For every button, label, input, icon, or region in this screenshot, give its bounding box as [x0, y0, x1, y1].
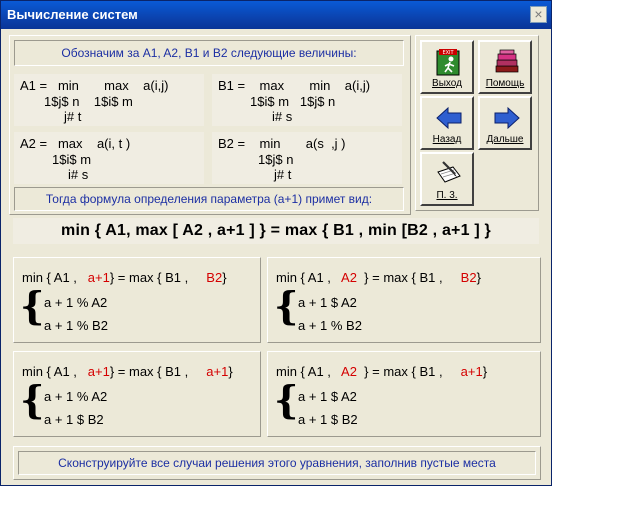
- definition-b1-line1: B1 = max min a(i,j): [218, 78, 371, 93]
- formula-caption: Тогда формула определения параметра (a+1…: [45, 192, 373, 206]
- definition-b2-line3: j# t: [274, 167, 292, 182]
- arrow-right-icon: [494, 106, 520, 130]
- case-4-condition-2: a + 1 $ B2: [298, 412, 358, 427]
- case-3-condition-1: a + 1 % A2: [44, 389, 108, 404]
- exit-button-label: Выход: [432, 78, 462, 89]
- window-title: Вычисление систем: [7, 7, 138, 22]
- definition-b1: B1 = max min a(i,j) 1$i$ m 1$j$ n i# s: [212, 74, 402, 126]
- case-4-brace: {: [274, 377, 299, 422]
- back-button[interactable]: Назад: [420, 96, 474, 150]
- case-box-3: min { A1 , a+1} = max { B1 , a+1} { a + …: [13, 351, 261, 437]
- exit-button[interactable]: EXIT Выход: [420, 40, 474, 94]
- exit-sign-text: EXIT: [442, 50, 454, 56]
- definitions-panel: Обозначим за A1, A2, B1 и B2 следующие в…: [9, 35, 411, 215]
- case-3-equation: min { A1 , a+1} = max { B1 , a+1}: [22, 364, 233, 379]
- case-2-equation: min { A1 , A2 } = max { B1 , B2}: [276, 270, 481, 285]
- case-4-blank-2[interactable]: a+1: [461, 364, 483, 379]
- case-3-blank-2[interactable]: a+1: [206, 364, 228, 379]
- case-box-2: min { A1 , A2 } = max { B1 , B2} { a + 1…: [267, 257, 541, 343]
- formula-caption-box: Тогда формула определения параметра (a+1…: [14, 187, 404, 211]
- case-2-brace: {: [274, 283, 299, 328]
- case-3-brace: {: [20, 377, 45, 422]
- case-box-1: min { A1 , a+1} = max { B1 , B2} { a + 1…: [13, 257, 261, 343]
- next-button-label: Дальше: [486, 134, 524, 145]
- case-4-condition-1: a + 1 $ A2: [298, 389, 357, 404]
- books-icon: [495, 49, 519, 73]
- definition-a2: A2 = max a(i, t ) 1$i$ m i# s: [14, 132, 204, 184]
- definition-b2: B2 = min a(s ,j ) 1$j$ n j# t: [212, 132, 402, 184]
- case-3-blank-1[interactable]: a+1: [88, 364, 110, 379]
- definition-a2-line3: i# s: [68, 167, 89, 182]
- case-4-blank-1[interactable]: A2: [341, 364, 357, 379]
- definition-a1-line1: A1 = min max a(i,j): [20, 78, 169, 93]
- definition-a2-line1: A2 = max a(i, t ): [20, 136, 131, 151]
- case-4-equation: min { A1 , A2 } = max { B1 , a+1}: [276, 364, 488, 379]
- case-1-condition-2: a + 1 % B2: [44, 318, 108, 333]
- case-2-blank-2[interactable]: B2: [461, 270, 477, 285]
- intro-caption-box: Обозначим за A1, A2, B1 и B2 следующие в…: [14, 40, 404, 66]
- case-2-condition-1: a + 1 $ A2: [298, 295, 357, 310]
- title-bar[interactable]: Вычисление систем ×: [1, 1, 551, 29]
- definition-b2-line1: B2 = min a(s ,j ): [218, 136, 346, 151]
- case-1-blank-2[interactable]: B2: [206, 270, 222, 285]
- close-button[interactable]: ×: [530, 6, 547, 23]
- main-formula: min { A1, max [ A2 , a+1 ] } = max { B1 …: [13, 218, 539, 244]
- footer-caption: Сконструируйте все случаи решения этого …: [58, 456, 496, 470]
- case-box-4: min { A1 , A2 } = max { B1 , a+1} { a + …: [267, 351, 541, 437]
- case-2-condition-2: a + 1 % B2: [298, 318, 362, 333]
- definition-b2-line2: 1$j$ n: [258, 152, 294, 167]
- definition-b1-line3: i# s: [272, 109, 293, 124]
- case-2-blank-1[interactable]: A2: [341, 270, 357, 285]
- p3-button-label: П. 3.: [436, 190, 458, 201]
- toolbar-panel: EXIT Выход Помощь Назад Дальше П. 3.: [415, 35, 539, 211]
- case-1-blank-1[interactable]: a+1: [88, 270, 110, 285]
- definition-a1-line3: j# t: [64, 109, 82, 124]
- p3-button[interactable]: П. 3.: [420, 152, 474, 206]
- definition-b1-line2: 1$i$ m 1$j$ n: [250, 94, 336, 109]
- exit-door-icon: EXIT: [436, 49, 460, 76]
- definition-a2-line2: 1$i$ m: [52, 152, 92, 167]
- next-button[interactable]: Дальше: [478, 96, 532, 150]
- case-1-equation: min { A1 , a+1} = max { B1 , B2}: [22, 270, 227, 285]
- help-button[interactable]: Помощь: [478, 40, 532, 94]
- case-1-brace: {: [20, 283, 45, 328]
- case-1-condition-1: a + 1 % A2: [44, 295, 108, 310]
- notepad-pencil-icon: [437, 161, 461, 183]
- footer-panel: Сконструируйте все случаи решения этого …: [13, 446, 541, 480]
- help-button-label: Помощь: [485, 78, 525, 89]
- footer-caption-box: Сконструируйте все случаи решения этого …: [18, 451, 536, 475]
- case-3-condition-2: a + 1 $ B2: [44, 412, 104, 427]
- back-button-label: Назад: [432, 134, 462, 145]
- intro-caption: Обозначим за A1, A2, B1 и B2 следующие в…: [61, 46, 357, 60]
- definition-a1: A1 = min max a(i,j) 1$j$ n 1$i$ m j# t: [14, 74, 204, 126]
- main-window: Вычисление систем × Обозначим за A1, A2,…: [0, 0, 552, 486]
- definition-a1-line2: 1$j$ n 1$i$ m: [44, 94, 133, 109]
- arrow-left-icon: [436, 106, 462, 130]
